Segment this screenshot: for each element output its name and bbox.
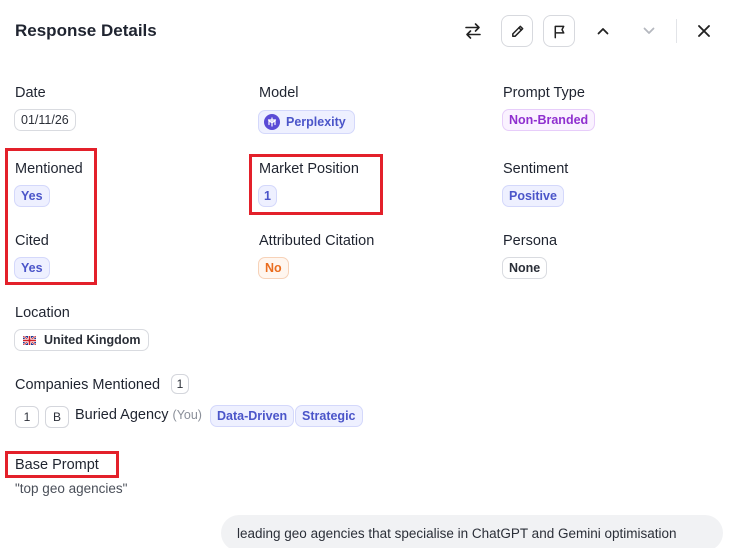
mentioned-value: Yes bbox=[14, 185, 50, 207]
model-label: Model bbox=[259, 85, 299, 101]
chevron-down-icon bbox=[643, 27, 655, 34]
response-details-header: Response Details bbox=[0, 0, 735, 62]
company-you-tag: (You) bbox=[172, 408, 202, 422]
prompt-type-label: Prompt Type bbox=[503, 85, 585, 101]
company-tag: Data-Driven bbox=[210, 405, 295, 427]
pencil-icon bbox=[511, 25, 523, 37]
company-name-line: Buried Agency (You) bbox=[75, 407, 202, 423]
close-button[interactable] bbox=[688, 15, 720, 47]
base-prompt-label: Base Prompt bbox=[15, 457, 99, 473]
swap-arrows-icon bbox=[465, 23, 481, 39]
model-value: Perplexity bbox=[286, 115, 346, 129]
prompt-type-value: Non-Branded bbox=[502, 109, 596, 131]
market-position-label: Market Position bbox=[259, 161, 359, 177]
location-badge: United Kingdom bbox=[14, 329, 149, 351]
flag-button[interactable] bbox=[543, 15, 575, 47]
cited-label: Cited bbox=[15, 233, 49, 249]
previous-button[interactable] bbox=[587, 15, 619, 47]
company-name: Buried Agency bbox=[75, 407, 169, 423]
location-value: United Kingdom bbox=[44, 333, 141, 347]
prompt-message-bubble: leading geo agencies that specialise in … bbox=[221, 515, 723, 548]
attributed-citation-label: Attributed Citation bbox=[259, 233, 375, 249]
perplexity-logo-icon bbox=[264, 114, 280, 130]
persona-value: None bbox=[502, 257, 548, 279]
uk-flag-icon bbox=[23, 335, 36, 345]
date-label: Date bbox=[15, 85, 46, 101]
companies-count-badge: 1 bbox=[171, 374, 189, 394]
date-value: 01/11/26 bbox=[14, 109, 76, 131]
company-rank-badge: 1 bbox=[15, 406, 39, 428]
model-badge: Perplexity bbox=[258, 110, 355, 134]
cited-value: Yes bbox=[14, 257, 50, 279]
base-prompt-text: "top geo agencies" bbox=[15, 481, 128, 496]
persona-label: Persona bbox=[503, 233, 558, 249]
swap-button[interactable] bbox=[457, 15, 489, 47]
chevron-up-icon bbox=[597, 28, 609, 35]
sentiment-value: Positive bbox=[502, 185, 564, 207]
attributed-citation-value: No bbox=[258, 257, 289, 279]
header-divider bbox=[676, 19, 677, 43]
close-icon bbox=[698, 25, 710, 37]
market-position-value: 1 bbox=[258, 185, 277, 207]
flag-icon bbox=[554, 25, 564, 38]
location-label: Location bbox=[15, 305, 70, 321]
company-initial-avatar: B bbox=[45, 406, 69, 428]
prompt-message-text: leading geo agencies that specialise in … bbox=[237, 525, 677, 541]
company-tag: Strategic bbox=[295, 405, 363, 427]
next-button[interactable] bbox=[633, 15, 665, 47]
mentioned-label: Mentioned bbox=[15, 161, 83, 177]
panel-title: Response Details bbox=[15, 21, 157, 40]
companies-mentioned-label: Companies Mentioned bbox=[15, 377, 161, 393]
edit-button[interactable] bbox=[501, 15, 533, 47]
sentiment-label: Sentiment bbox=[503, 161, 569, 177]
